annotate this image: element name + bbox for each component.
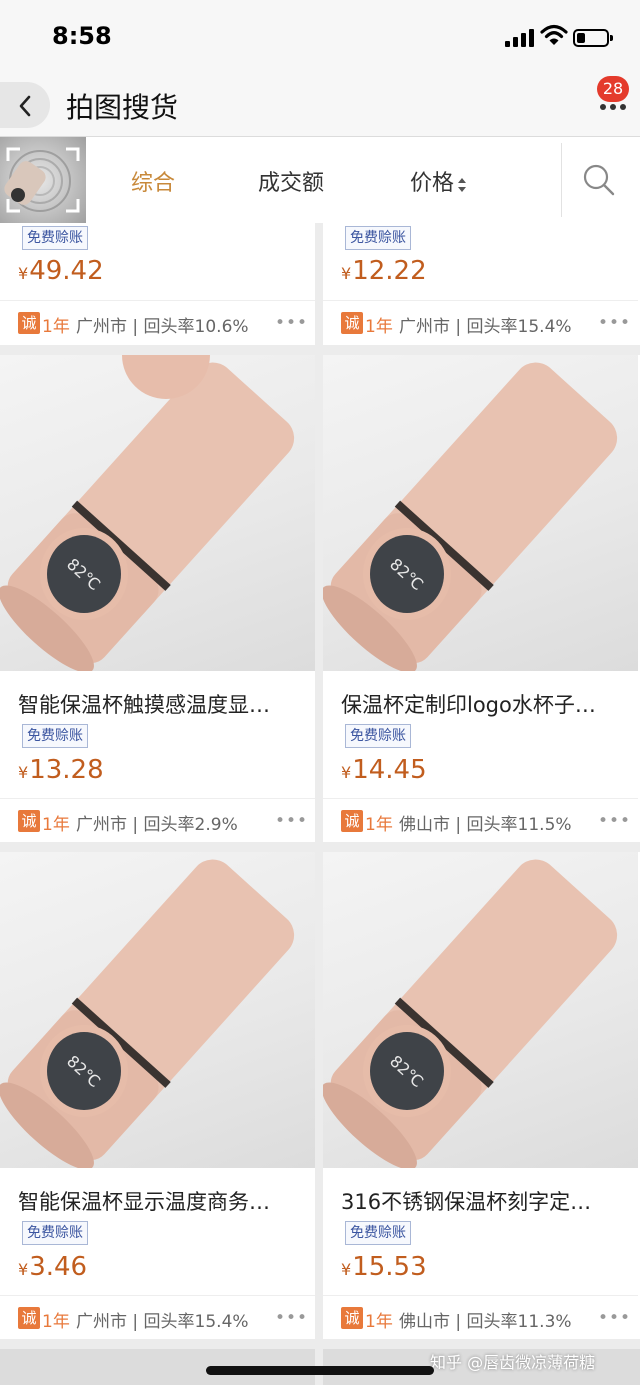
seller-info: 诚 1年 佛山市 | 回头率11.5% ••• xyxy=(323,798,638,843)
wifi-icon xyxy=(540,24,568,45)
free-credit-tag: 免费赊账 xyxy=(22,226,88,250)
product-card[interactable]: 82℃ 316不锈钢保温杯刻字定… 免费赊账 ¥15.53 诚 1年 佛山市 |… xyxy=(323,852,640,1339)
product-image: 82℃ xyxy=(0,852,315,1168)
price-value: 15.53 xyxy=(352,1252,427,1282)
price-value: 3.46 xyxy=(29,1252,88,1282)
price-value: 14.45 xyxy=(352,755,427,785)
currency-symbol: ¥ xyxy=(341,763,352,782)
currency-symbol: ¥ xyxy=(18,264,29,283)
home-indicator[interactable] xyxy=(206,1366,434,1375)
free-credit-tag: 免费赊账 xyxy=(22,724,88,748)
more-options-button[interactable]: ••• xyxy=(275,1308,308,1328)
chevron-left-icon xyxy=(19,95,31,117)
product-image: 82℃ xyxy=(323,355,638,671)
free-credit-tag: 免费赊账 xyxy=(22,1221,88,1245)
cheng-badge-icon: 诚 xyxy=(341,1307,363,1329)
seller-info: 诚 1年 广州市 | 回头率2.9% ••• xyxy=(0,798,315,843)
seller-info: 诚 1年 广州市 | 回头率15.4% ••• xyxy=(323,300,638,345)
status-bar: 8:58 xyxy=(0,0,640,76)
seller-years: 1年 xyxy=(365,815,393,835)
product-price: ¥3.46 xyxy=(18,1252,87,1282)
divider xyxy=(561,143,562,217)
product-title: 保温杯定制印logo水杯子… xyxy=(341,693,596,717)
seller-years: 1年 xyxy=(365,1312,393,1332)
currency-symbol: ¥ xyxy=(341,1260,352,1279)
message-count-badge: 28 xyxy=(597,76,629,102)
product-price: ¥13.28 xyxy=(18,755,104,785)
product-card[interactable]: 82℃ 智能保温杯显示温度商务… 免费赊账 ¥3.46 诚 1年 广州市 | 回… xyxy=(0,852,315,1339)
seller-years: 1年 xyxy=(42,317,70,337)
seller-years: 1年 xyxy=(42,815,70,835)
currency-symbol: ¥ xyxy=(341,264,352,283)
seller-meta: 广州市 | 回头率15.4% xyxy=(399,317,572,337)
back-button[interactable] xyxy=(0,82,50,128)
status-time: 8:58 xyxy=(52,22,112,50)
product-card[interactable]: 82℃ 智能保温杯触摸感温度显… 免费赊账 ¥13.28 诚 1年 广州市 | … xyxy=(0,355,315,842)
seller-meta: 佛山市 | 回头率11.3% xyxy=(399,1312,572,1332)
search-photo-thumbnail[interactable] xyxy=(0,137,86,223)
seller-meta: 佛山市 | 回头率11.5% xyxy=(399,815,572,835)
cheng-badge-icon: 诚 xyxy=(341,312,363,334)
free-credit-tag: 免费赊账 xyxy=(345,724,411,748)
product-title: 智能保温杯显示温度商务… xyxy=(18,1190,270,1214)
more-options-button[interactable]: ••• xyxy=(598,1308,631,1328)
product-card[interactable]: 免费赊账 ¥12.22 诚 1年 广州市 | 回头率15.4% ••• xyxy=(323,223,640,345)
free-credit-tag: 免费赊账 xyxy=(345,226,411,250)
product-image: 82℃ xyxy=(323,852,638,1168)
more-dots-icon xyxy=(600,104,626,110)
seller-years: 1年 xyxy=(42,1312,70,1332)
free-credit-tag: 免费赊账 xyxy=(345,1221,411,1245)
page-title: 拍图搜货 xyxy=(66,91,179,124)
seller-info: 诚 1年 佛山市 | 回头率11.3% ••• xyxy=(323,1295,638,1340)
seller-meta: 广州市 | 回头率15.4% xyxy=(76,1312,249,1332)
tab-price[interactable]: 价格 xyxy=(410,165,467,197)
more-options-button[interactable]: ••• xyxy=(275,313,308,333)
more-options-button[interactable]: ••• xyxy=(275,811,308,831)
product-grid: 免费赊账 ¥49.42 诚 1年 广州市 | 回头率10.6% ••• 免费赊账… xyxy=(0,223,640,1385)
product-price: ¥49.42 xyxy=(18,256,104,286)
tab-sales-volume[interactable]: 成交额 xyxy=(258,165,324,197)
crop-frame-icon xyxy=(0,137,86,223)
battery-icon xyxy=(573,29,613,47)
product-price: ¥15.53 xyxy=(341,1252,427,1282)
seller-years: 1年 xyxy=(365,317,393,337)
price-value: 13.28 xyxy=(29,755,104,785)
currency-symbol: ¥ xyxy=(18,763,29,782)
product-price: ¥14.45 xyxy=(341,755,427,785)
price-value: 12.22 xyxy=(352,256,427,286)
price-value: 49.42 xyxy=(29,256,104,286)
product-card[interactable]: 82℃ 保温杯定制印logo水杯子… 免费赊账 ¥14.45 诚 1年 佛山市 … xyxy=(323,355,640,842)
seller-meta: 广州市 | 回头率10.6% xyxy=(76,317,249,337)
product-price: ¥12.22 xyxy=(341,256,427,286)
watermark: 知乎 @唇齿微凉薄荷糖 xyxy=(430,1353,596,1372)
currency-symbol: ¥ xyxy=(18,1260,29,1279)
more-options-button[interactable]: ••• xyxy=(598,313,631,333)
product-card[interactable]: 免费赊账 ¥49.42 诚 1年 广州市 | 回头率10.6% ••• xyxy=(0,223,315,345)
product-image: 82℃ xyxy=(0,355,315,671)
product-title: 智能保温杯触摸感温度显… xyxy=(18,693,270,717)
nav-header: 拍图搜货 28 xyxy=(0,76,640,137)
cheng-badge-icon: 诚 xyxy=(341,810,363,832)
product-title: 316不锈钢保温杯刻字定… xyxy=(341,1190,592,1214)
seller-info: 诚 1年 广州市 | 回头率15.4% ••• xyxy=(0,1295,315,1340)
seller-meta: 广州市 | 回头率2.9% xyxy=(76,815,238,835)
tab-comprehensive[interactable]: 综合 xyxy=(131,165,175,197)
sort-up-down-icon xyxy=(457,174,467,192)
tab-price-label: 价格 xyxy=(410,171,455,196)
cheng-badge-icon: 诚 xyxy=(18,1307,40,1329)
cheng-badge-icon: 诚 xyxy=(18,810,40,832)
cellular-signal-icon xyxy=(505,29,535,47)
search-icon[interactable] xyxy=(582,163,616,197)
more-options-button[interactable]: ••• xyxy=(598,811,631,831)
seller-info: 诚 1年 广州市 | 回头率10.6% ••• xyxy=(0,300,315,345)
cheng-badge-icon: 诚 xyxy=(18,312,40,334)
filter-bar: 综合 成交额 价格 xyxy=(0,137,640,223)
